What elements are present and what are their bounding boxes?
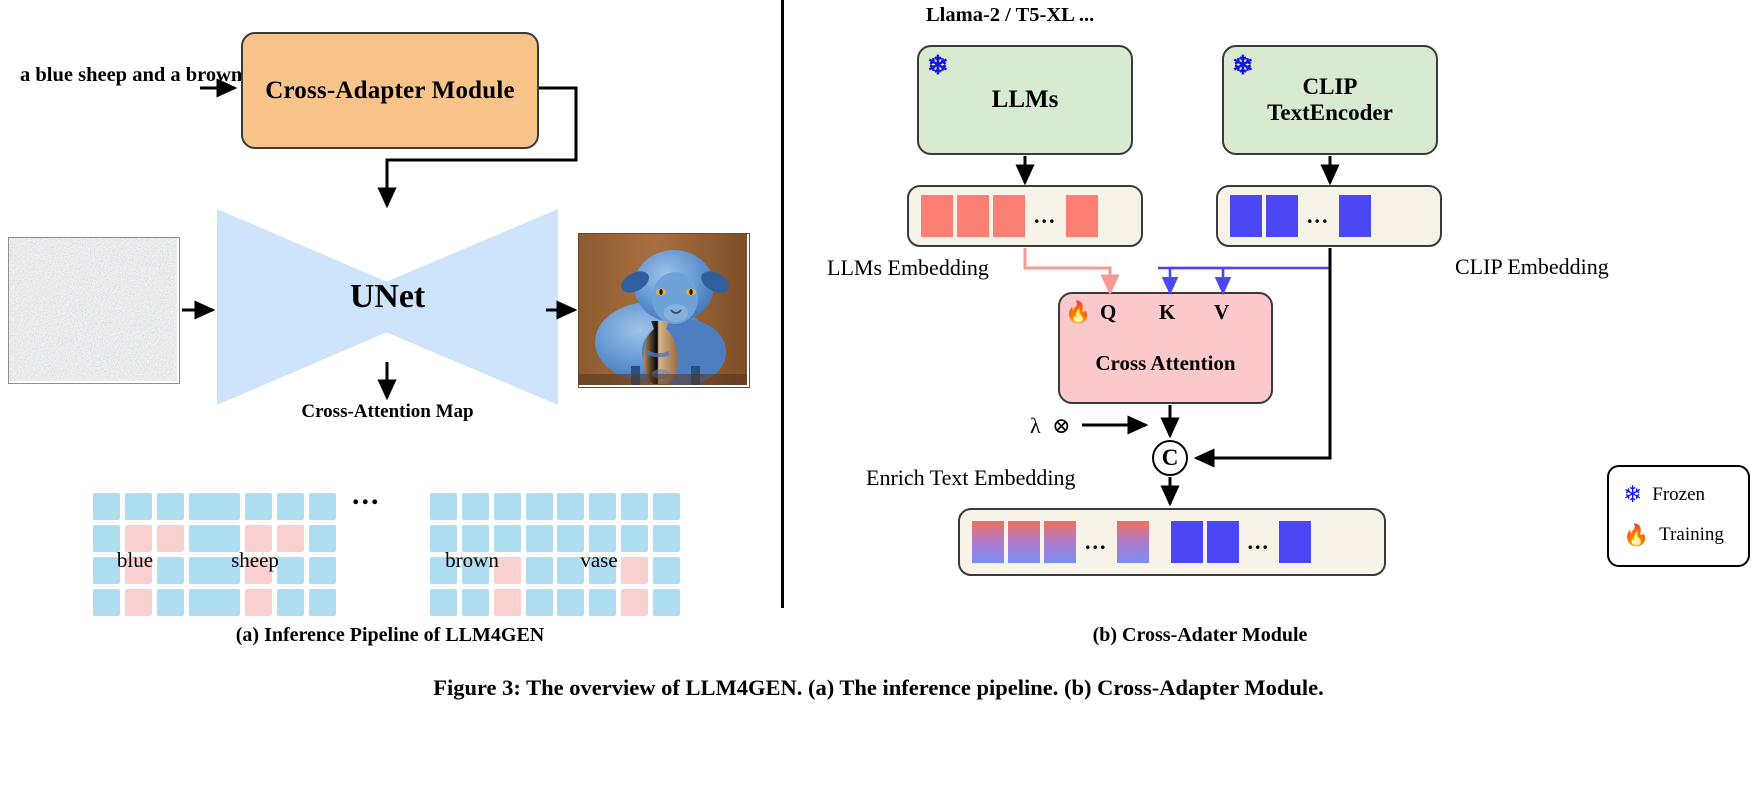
fire-icon: 🔥	[1623, 522, 1650, 547]
attention-cell	[653, 589, 680, 616]
cross-attention-map-label: Cross-Attention Map	[301, 401, 474, 422]
panel-b-caption: (b) Cross-Adater Module	[1092, 624, 1308, 646]
attention-cell-highlight	[125, 589, 152, 616]
snowflake-icon: ❄	[1232, 51, 1254, 80]
clip-token	[1279, 521, 1311, 563]
attention-cell	[653, 493, 680, 520]
clip-token	[1206, 521, 1239, 563]
attention-map-label-blue: blue	[116, 548, 154, 572]
llms-embedding-label: LLMs Embedding	[827, 255, 989, 280]
token-ellipsis: ...	[1034, 203, 1057, 228]
attention-cell	[526, 589, 553, 616]
attention-cell	[157, 589, 184, 616]
legend-label-training: Training	[1659, 524, 1724, 545]
cross-attention-label: Cross Attention	[1095, 351, 1236, 376]
panel-divider	[781, 0, 784, 608]
attention-cell	[157, 493, 184, 520]
attention-cell	[93, 589, 120, 616]
clip-token	[1230, 195, 1262, 237]
attention-cell	[557, 589, 584, 616]
llms-embedding-bar: ...	[907, 185, 1143, 247]
clip-text-encoder-box: ❄ CLIP TextEncoder	[1222, 45, 1438, 155]
attention-cell-highlight	[494, 589, 521, 616]
llm-token	[957, 195, 989, 237]
concat-node: C	[1152, 440, 1188, 476]
cross-adapter-module-box: Cross-Adapter Module	[241, 32, 539, 149]
attention-map-ellipsis: ...	[352, 478, 381, 511]
snowflake-icon: ❄	[1623, 482, 1643, 507]
clip-embedding-label: CLIP Embedding	[1455, 254, 1609, 279]
noise-latent-image	[8, 237, 180, 384]
legend-row-training: 🔥 Training	[1623, 524, 1724, 546]
clip-token	[1170, 521, 1203, 563]
multiply-icon: ⊗	[1052, 413, 1071, 438]
enrich-token	[972, 521, 1004, 563]
panel-a-caption: (a) Inference Pipeline of LLM4GEN	[235, 624, 545, 646]
enrich-text-embedding-label: Enrich Text Embedding	[866, 465, 1076, 490]
clip-token	[1266, 195, 1298, 237]
legend-box: ❄ Frozen 🔥 Training	[1607, 465, 1750, 567]
attention-cell	[430, 493, 457, 520]
figure-caption: Figure 3: The overview of LLM4GEN. (a) T…	[433, 675, 1324, 700]
attention-cell	[557, 493, 584, 520]
llm-token	[1065, 195, 1098, 237]
enrich-token	[1044, 521, 1076, 563]
attention-cell-highlight	[621, 589, 648, 616]
clip-embedding-bar: ...	[1216, 185, 1442, 247]
enrich-token	[1008, 521, 1040, 563]
attention-map-label-sheep: sheep	[231, 548, 279, 572]
fire-icon: 🔥	[1065, 300, 1092, 324]
k-label: K	[1159, 300, 1176, 324]
attention-cell	[309, 493, 336, 520]
token-ellipsis: ...	[1307, 203, 1330, 228]
attention-cell	[189, 493, 216, 520]
enrich-token	[1116, 521, 1149, 563]
clip-token	[1338, 195, 1371, 237]
legend-label-frozen: Frozen	[1652, 483, 1706, 505]
lambda-multiply: λ ⊗	[1030, 413, 1071, 438]
legend-row-frozen: ❄ Frozen	[1623, 483, 1705, 506]
attention-cell	[589, 493, 616, 520]
llm-family-label: Llama-2 / T5-XL ...	[926, 4, 1095, 26]
attention-cell	[213, 493, 240, 520]
attention-cell	[93, 493, 120, 520]
snowflake-icon: ❄	[927, 51, 949, 80]
concat-label: C	[1161, 445, 1179, 470]
attention-cell	[213, 589, 240, 616]
attention-cell	[621, 493, 648, 520]
token-ellipsis: ...	[1085, 529, 1108, 554]
attention-cell	[494, 493, 521, 520]
clip-box-label: CLIP TextEncoder	[1267, 74, 1393, 125]
attention-cell	[245, 493, 272, 520]
unet-label: UNet	[349, 278, 426, 315]
q-label: Q	[1100, 300, 1117, 324]
attention-cell	[589, 589, 616, 616]
v-label: V	[1214, 300, 1230, 324]
attention-cell	[309, 589, 336, 616]
attention-cell	[277, 493, 304, 520]
attention-cell	[189, 589, 216, 616]
llm-token	[993, 195, 1025, 237]
llm-token	[921, 195, 953, 237]
llms-box: ❄ LLMs	[917, 45, 1133, 155]
figure-root: a blue sheep and a brown vase Cross-Adap…	[0, 0, 1757, 797]
attention-cell	[462, 589, 489, 616]
attention-map-label-vase: vase	[580, 548, 618, 572]
attention-cell	[462, 493, 489, 520]
generated-image	[578, 233, 750, 388]
attention-map-label-brown: brown	[445, 548, 499, 572]
enrich-embedding-bar: ... ...	[958, 508, 1386, 576]
prompt-text: a blue sheep and a brown vase	[20, 64, 286, 86]
attention-cell	[430, 589, 457, 616]
attention-cell-highlight	[245, 589, 272, 616]
attention-cell	[277, 589, 304, 616]
llms-box-label: LLMs	[991, 86, 1059, 113]
token-ellipsis: ...	[1247, 529, 1270, 554]
attention-cell	[526, 493, 553, 520]
attention-cell	[125, 493, 152, 520]
